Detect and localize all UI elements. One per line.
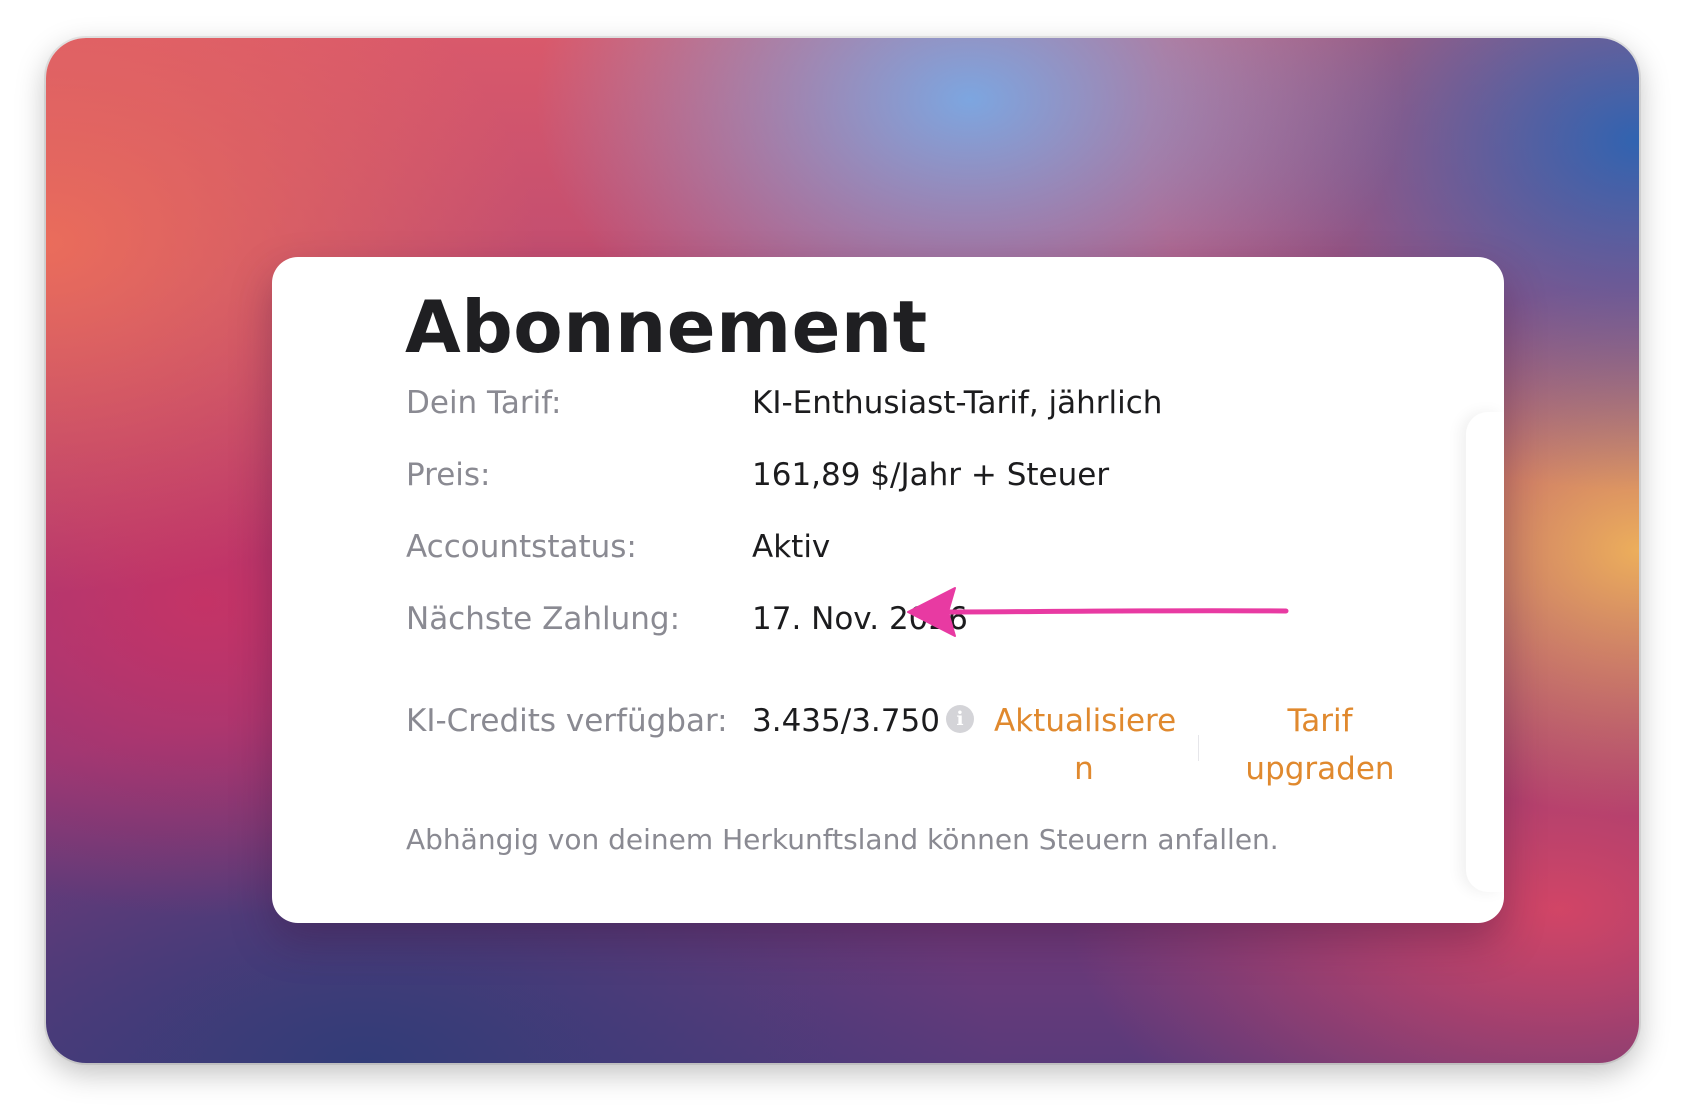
ai-credits-value: 3.435/3.750 xyxy=(752,703,940,739)
account-status-row: Accountstatus: Aktiv xyxy=(406,525,830,569)
price-value: 161,89 $/Jahr + Steuer xyxy=(752,457,1110,493)
tax-footnote: Abhängig von deinem Herkunftsland können… xyxy=(406,823,1279,856)
next-payment-value: 17. Nov. 2026 xyxy=(752,601,968,637)
next-payment-label: Nächste Zahlung: xyxy=(406,601,681,637)
plan-value: KI-Enthusiast-Tarif, jährlich xyxy=(752,385,1163,421)
refresh-link-line1: Aktualisiere xyxy=(994,703,1177,739)
next-payment-row: Nächste Zahlung: 17. Nov. 2026 xyxy=(406,597,968,641)
ai-credits-row: KI-Credits verfügbar: 3.435/3.750 xyxy=(406,699,940,743)
refresh-credits-link[interactable]: Aktualisiere n xyxy=(994,697,1177,793)
ai-credits-label: KI-Credits verfügbar: xyxy=(406,703,728,739)
account-status-label: Accountstatus: xyxy=(406,529,637,565)
subscription-card: Abonnement Dein Tarif: KI-Enthusiast-Tar… xyxy=(272,257,1504,923)
page-title: Abonnement xyxy=(405,285,928,369)
upgrade-link-line1: Tarif xyxy=(1287,703,1353,739)
side-panel-edge xyxy=(1466,412,1504,892)
price-row: Preis: 161,89 $/Jahr + Steuer xyxy=(406,453,1109,497)
price-label: Preis: xyxy=(406,457,491,493)
upgrade-link-line2: upgraden xyxy=(1245,751,1395,787)
plan-row: Dein Tarif: KI-Enthusiast-Tarif, jährlic… xyxy=(406,381,1162,425)
refresh-link-line2: n xyxy=(1074,751,1094,787)
upgrade-plan-link[interactable]: Tarif upgraden xyxy=(1230,697,1410,793)
account-status-value: Aktiv xyxy=(752,529,831,565)
app-window: Abonnement Dein Tarif: KI-Enthusiast-Tar… xyxy=(46,38,1639,1063)
info-icon[interactable]: i xyxy=(946,705,974,733)
link-divider xyxy=(1198,735,1199,761)
plan-label: Dein Tarif: xyxy=(406,385,562,421)
